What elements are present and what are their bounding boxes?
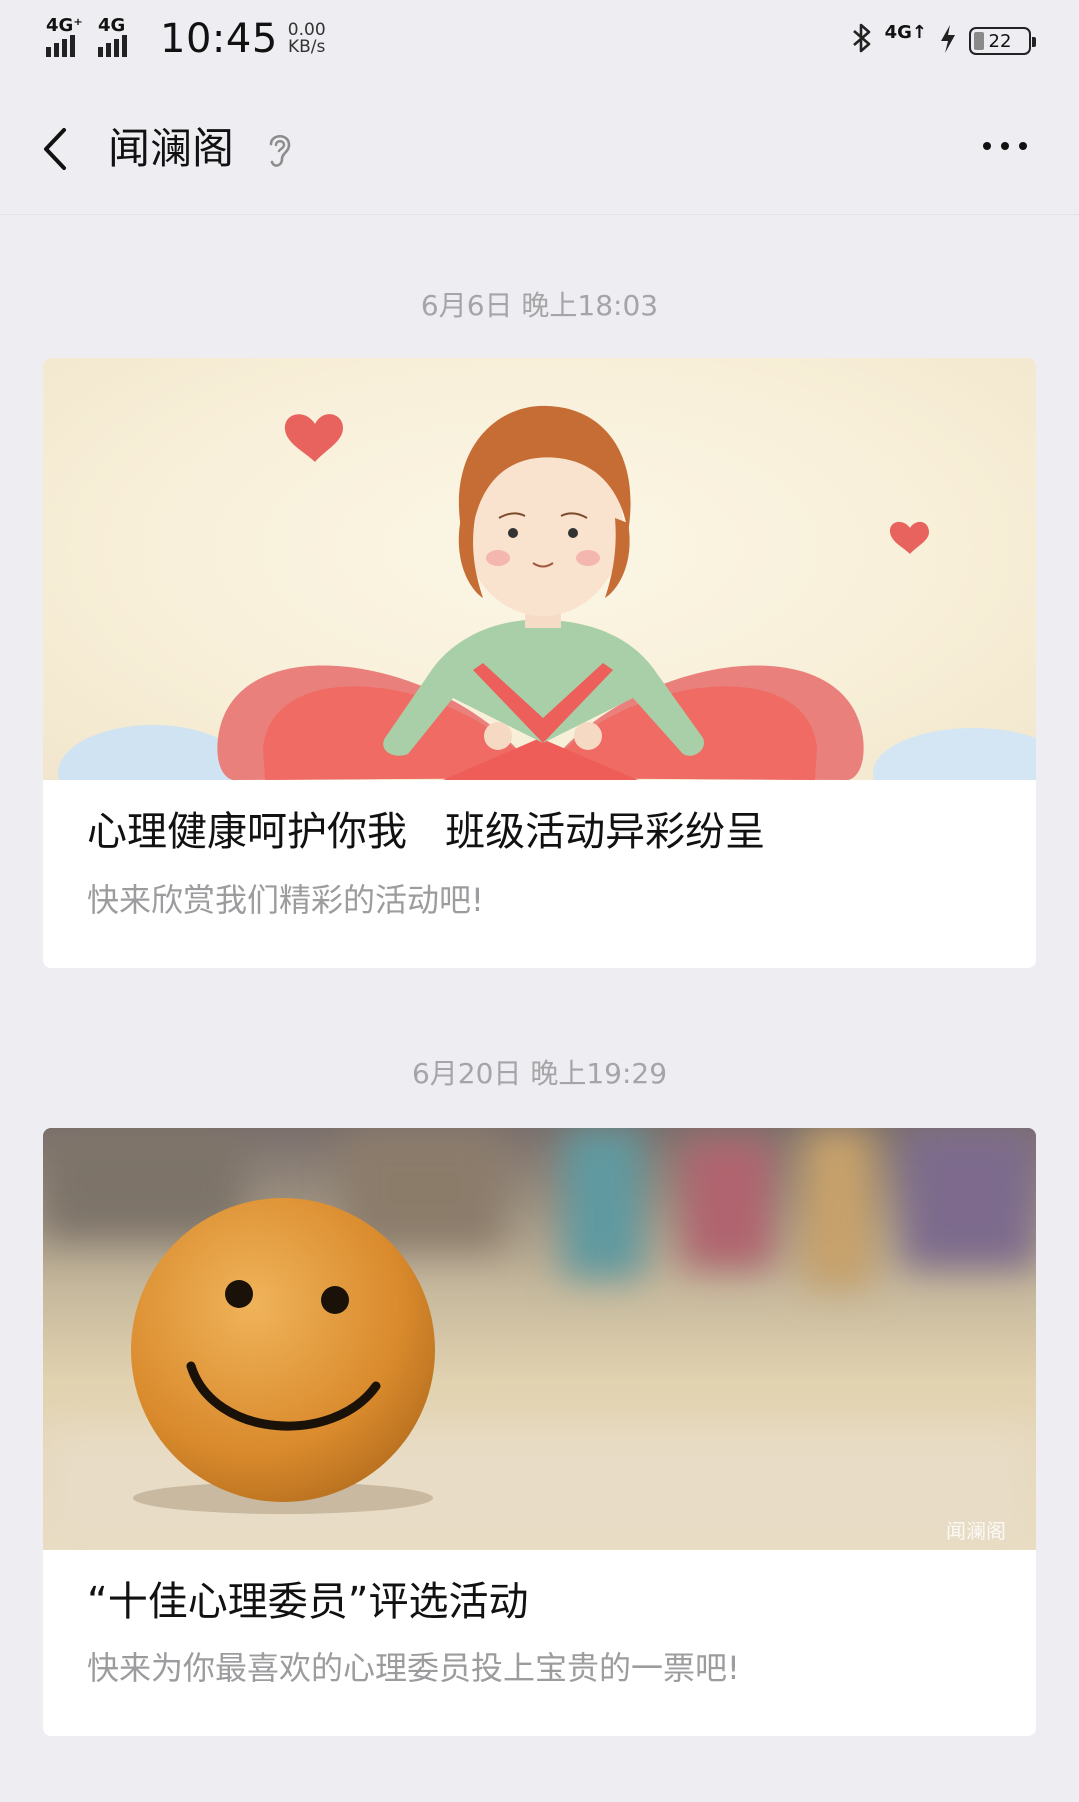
more-options-icon[interactable] xyxy=(983,142,1027,150)
signal-sim1-icon: 4G⁺ xyxy=(46,17,92,61)
article-card[interactable]: 闻澜阁 “十佳心理委员”评选活动 快来为你最喜欢的心理委员投上宝贵的一票吧! xyxy=(43,1128,1036,1736)
back-arrow-icon[interactable] xyxy=(36,126,82,172)
message-timestamp: 6月20日 晚上19:29 xyxy=(411,1057,668,1090)
bluetooth-icon xyxy=(851,22,873,60)
ear-icon[interactable] xyxy=(262,128,296,172)
article-subtitle: 快来欣赏我们精彩的活动吧! xyxy=(87,881,484,919)
article-title: “十佳心理委员”评选活动 xyxy=(87,1579,529,1625)
message-timestamp: 6月6日 晚上18:03 xyxy=(420,289,659,322)
network-speed: 0.00 KB/s xyxy=(288,22,326,56)
status-bar: 4G⁺ 4G 10:45 0.00 KB/s 4G↑ 22 xyxy=(0,0,1079,84)
image-watermark: 闻澜阁 xyxy=(946,1519,1006,1543)
article-cover-image[interactable] xyxy=(43,358,1036,780)
sim2-label: 4G xyxy=(98,15,126,36)
article-card[interactable]: 心理健康呵护你我 班级活动异彩纷呈 快来欣赏我们精彩的活动吧! xyxy=(43,358,1036,968)
article-title: 心理健康呵护你我 班级活动异彩纷呈 xyxy=(87,809,766,855)
nav-bar: 闻澜阁 xyxy=(0,84,1079,215)
page-title: 闻澜阁 xyxy=(108,124,235,173)
battery-level: 22 xyxy=(988,30,1012,52)
network-speed-unit: KB/s xyxy=(288,37,326,57)
clock: 10:45 xyxy=(160,16,278,62)
battery-icon: 22 xyxy=(969,27,1036,55)
article-subtitle: 快来为你最喜欢的心理委员投上宝贵的一票吧! xyxy=(87,1649,740,1687)
charging-icon xyxy=(939,24,957,59)
signal-sim2-icon: 4G xyxy=(98,17,144,61)
sim1-label: 4G⁺ xyxy=(46,15,83,36)
mobile-data-indicator: 4G↑ xyxy=(884,22,927,43)
article-cover-image[interactable]: 闻澜阁 xyxy=(43,1128,1036,1550)
